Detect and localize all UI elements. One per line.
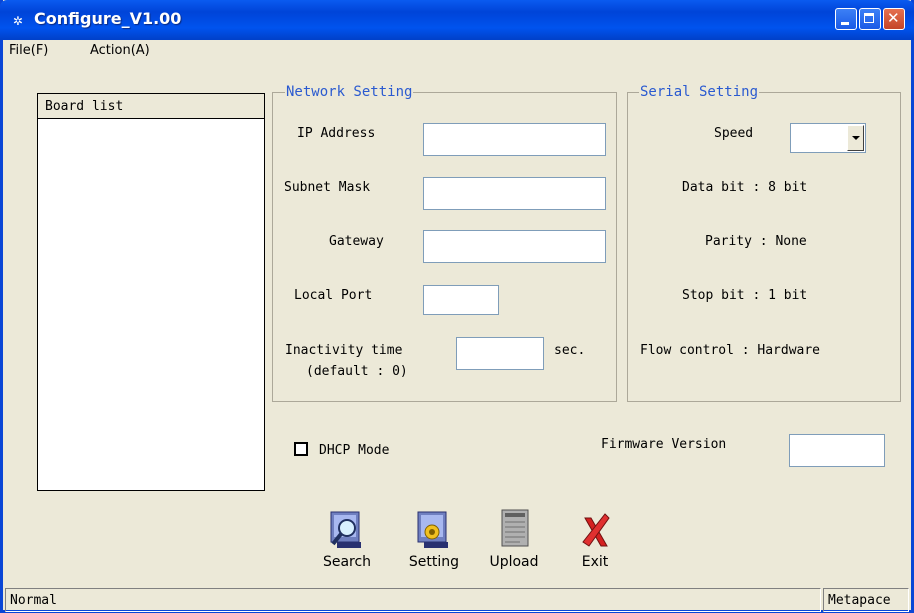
inactivity-time-label: Inactivity time — [285, 343, 403, 358]
upload-label: Upload — [489, 554, 539, 570]
exit-x-icon — [582, 513, 610, 547]
setting-label: Setting — [408, 554, 460, 570]
exit-label: Exit — [581, 554, 609, 570]
close-button[interactable] — [883, 8, 905, 30]
title-bar[interactable]: ✲ Configure_V1.00 — [0, 0, 914, 40]
status-bar: Normal Metapace — [3, 586, 911, 613]
upload-button[interactable]: Upload — [482, 508, 546, 578]
menu-file[interactable]: File(F) — [9, 43, 48, 58]
upload-document-icon — [501, 509, 529, 547]
firmware-version-label: Firmware Version — [601, 437, 727, 452]
speed-select[interactable] — [790, 123, 866, 153]
network-setting-title: Network Setting — [285, 84, 414, 100]
search-monitor-icon — [330, 511, 361, 548]
window-title: Configure_V1.00 — [34, 9, 182, 28]
inactivity-unit-label: sec. — [554, 343, 586, 358]
flow-control-text: Flow control : Hardware — [640, 343, 821, 358]
app-window: ✲ Configure_V1.00 File(F) Action(A) Boar… — [0, 0, 914, 613]
maximize-button[interactable] — [859, 8, 881, 30]
local-port-label: Local Port — [294, 288, 373, 303]
inactivity-default-label: (default : 0) — [306, 364, 408, 379]
gateway-input[interactable] — [423, 230, 606, 263]
inactivity-time-input[interactable] — [456, 337, 544, 370]
ip-address-label: IP Address — [297, 126, 376, 141]
status-text: Normal — [5, 588, 821, 612]
search-label: Search — [322, 554, 372, 570]
search-button[interactable]: Search — [315, 508, 379, 578]
setting-monitor-icon — [417, 511, 448, 548]
subnet-mask-label: Subnet Mask — [284, 180, 371, 195]
exit-button[interactable]: Exit — [563, 508, 627, 578]
data-bit-text: Data bit : 8 bit — [682, 180, 808, 195]
app-gear-icon: ✲ — [13, 10, 23, 29]
parity-text: Parity : None — [705, 234, 807, 249]
serial-setting-title: Serial Setting — [639, 84, 760, 100]
local-port-input[interactable] — [423, 285, 499, 315]
setting-button[interactable]: Setting — [402, 508, 466, 578]
stop-bit-text: Stop bit : 1 bit — [682, 288, 808, 303]
speed-label: Speed — [714, 126, 754, 141]
dhcp-checkbox[interactable] — [294, 442, 308, 456]
dhcp-mode-label[interactable]: DHCP Mode — [319, 443, 389, 458]
menu-action[interactable]: Action(A) — [90, 43, 150, 58]
gateway-label: Gateway — [329, 234, 384, 249]
chevron-down-icon[interactable] — [847, 125, 864, 151]
minimize-button[interactable] — [835, 8, 857, 30]
status-vendor: Metapace — [823, 588, 909, 612]
board-list[interactable] — [37, 118, 265, 491]
firmware-version-input[interactable] — [789, 434, 885, 467]
menu-bar: File(F) Action(A) — [3, 40, 911, 62]
subnet-mask-input[interactable] — [423, 177, 606, 210]
ip-address-input[interactable] — [423, 123, 606, 156]
board-list-header[interactable]: Board list — [37, 93, 265, 119]
